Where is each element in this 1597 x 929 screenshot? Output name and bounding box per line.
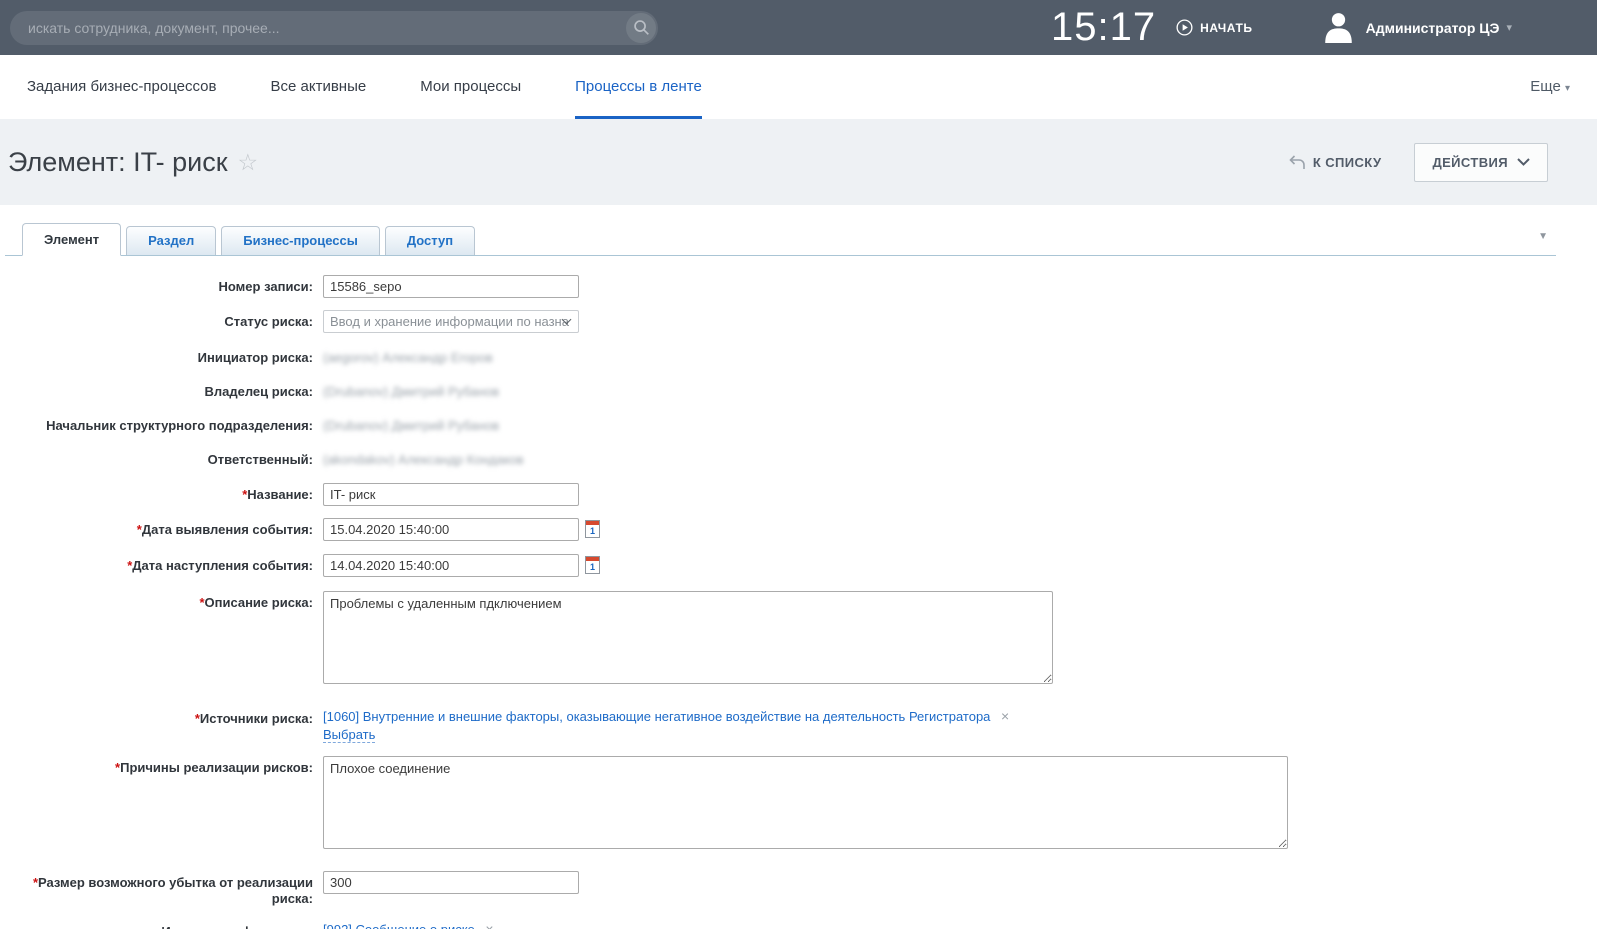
risk-owner-value: (Drubanov) Дмитрий Рубанов (323, 380, 1597, 399)
search-icon[interactable] (626, 13, 656, 43)
actions-button[interactable]: ДЕЙСТВИЯ (1414, 143, 1548, 182)
nav-item-bp-tasks[interactable]: Задания бизнес-процессов (27, 55, 216, 119)
field-risk-initiator: Инициатор риска: (aegorov) Александр Его… (0, 346, 1597, 366)
nav-item-all-active[interactable]: Все активные (270, 55, 366, 119)
field-risk-causes: *Причины реализации рисков: Плохое соеди… (0, 756, 1597, 854)
chevron-down-icon (1517, 158, 1530, 166)
back-arrow-icon (1289, 155, 1305, 170)
remove-item-icon[interactable]: × (485, 921, 493, 929)
occur-date-input[interactable] (323, 554, 579, 577)
field-risk-sources: *Источники риска: [1060] Внутренние и вн… (0, 707, 1597, 744)
department-head-value: (Drubanov) Дмитрий Рубанов (323, 414, 1597, 433)
page-title: Элемент: IT- риск (8, 147, 228, 178)
page-header: Элемент: IT- риск ☆ К СПИСКУ ДЕЙСТВИЯ (0, 119, 1597, 205)
risk-initiator-value: (aegorov) Александр Егоров (323, 346, 1597, 365)
tab-business-processes[interactable]: Бизнес-процессы (221, 226, 380, 255)
field-risk-status: Статус риска: Ввод и хранение информации… (0, 310, 1597, 333)
global-search[interactable] (10, 11, 658, 45)
user-menu[interactable]: Администратор ЦЭ ▾ (1325, 12, 1512, 43)
calendar-icon[interactable] (585, 556, 600, 574)
field-title: *Название: (0, 483, 1597, 506)
form-tabs: Элемент Раздел Бизнес-процессы Доступ ▼ (5, 222, 1556, 256)
field-department-head: Начальник структурного подразделения: (D… (0, 414, 1597, 434)
title-input[interactable] (323, 483, 579, 506)
favorite-star-icon[interactable]: ☆ (238, 149, 259, 176)
remove-item-icon[interactable]: × (1001, 708, 1009, 724)
possible-loss-input[interactable] (323, 871, 579, 894)
info-source-link[interactable]: [992] Сообщение о риске (323, 922, 475, 929)
main-nav: Задания бизнес-процессов Все активные Мо… (0, 55, 1597, 119)
top-bar: 15:17 НАЧАТЬ Администратор ЦЭ ▾ (0, 0, 1597, 55)
tab-section[interactable]: Раздел (126, 226, 216, 255)
user-name: Администратор ЦЭ (1366, 20, 1500, 36)
element-form: Номер записи: Статус риска: Ввод и хране… (0, 275, 1597, 929)
risk-description-textarea[interactable]: Проблемы с удаленным пдключением (323, 591, 1053, 684)
nav-item-processes-feed[interactable]: Процессы в ленте (575, 55, 702, 119)
play-icon (1176, 19, 1193, 36)
worktime-start-button[interactable]: НАЧАТЬ (1176, 19, 1252, 36)
chevron-down-icon: ▾ (1506, 21, 1512, 34)
worktime-clock: 15:17 (1051, 5, 1156, 50)
field-risk-description: *Описание риска: Проблемы с удаленным пд… (0, 591, 1597, 689)
user-avatar-icon (1325, 12, 1352, 43)
field-record-number: Номер записи: (0, 275, 1597, 298)
back-to-list-link[interactable]: К СПИСКУ (1289, 155, 1382, 170)
tab-access[interactable]: Доступ (385, 226, 475, 255)
header-actions: К СПИСКУ ДЕЙСТВИЯ (1289, 143, 1548, 182)
field-risk-owner: Владелец риска: (Drubanov) Дмитрий Рубан… (0, 380, 1597, 400)
start-label: НАЧАТЬ (1200, 21, 1252, 35)
field-responsible: Ответственный: (akondakov) Александр Кон… (0, 448, 1597, 468)
tabs-dropdown-icon[interactable]: ▼ (1538, 231, 1548, 242)
risk-source-link[interactable]: [1060] Внутренние и внешние факторы, ока… (323, 709, 990, 724)
risk-status-select[interactable]: Ввод и хранение информации по назна (323, 310, 579, 333)
field-detect-date: *Дата выявления события: (0, 518, 1597, 541)
choose-risk-source-link[interactable]: Выбрать (323, 727, 375, 743)
field-info-source: Источник информации: [992] Сообщение о р… (0, 920, 1597, 929)
nav-more-button[interactable]: Еще ▾ (1530, 55, 1570, 119)
field-occur-date: *Дата наступления события: (0, 554, 1597, 577)
content-area: Элемент Раздел Бизнес-процессы Доступ ▼ … (0, 205, 1597, 929)
chevron-down-icon: ▾ (1565, 83, 1570, 94)
search-input[interactable] (28, 20, 626, 36)
nav-item-my-processes[interactable]: Мои процессы (420, 55, 521, 119)
responsible-value: (akondakov) Александр Кондаков (323, 448, 1597, 467)
tab-element[interactable]: Элемент (22, 223, 121, 256)
detect-date-input[interactable] (323, 518, 579, 541)
calendar-icon[interactable] (585, 520, 600, 538)
risk-causes-textarea[interactable]: Плохое соединение (323, 756, 1288, 849)
record-number-input[interactable] (323, 275, 579, 298)
field-possible-loss: *Размер возможного убытка от реализации … (0, 871, 1597, 907)
